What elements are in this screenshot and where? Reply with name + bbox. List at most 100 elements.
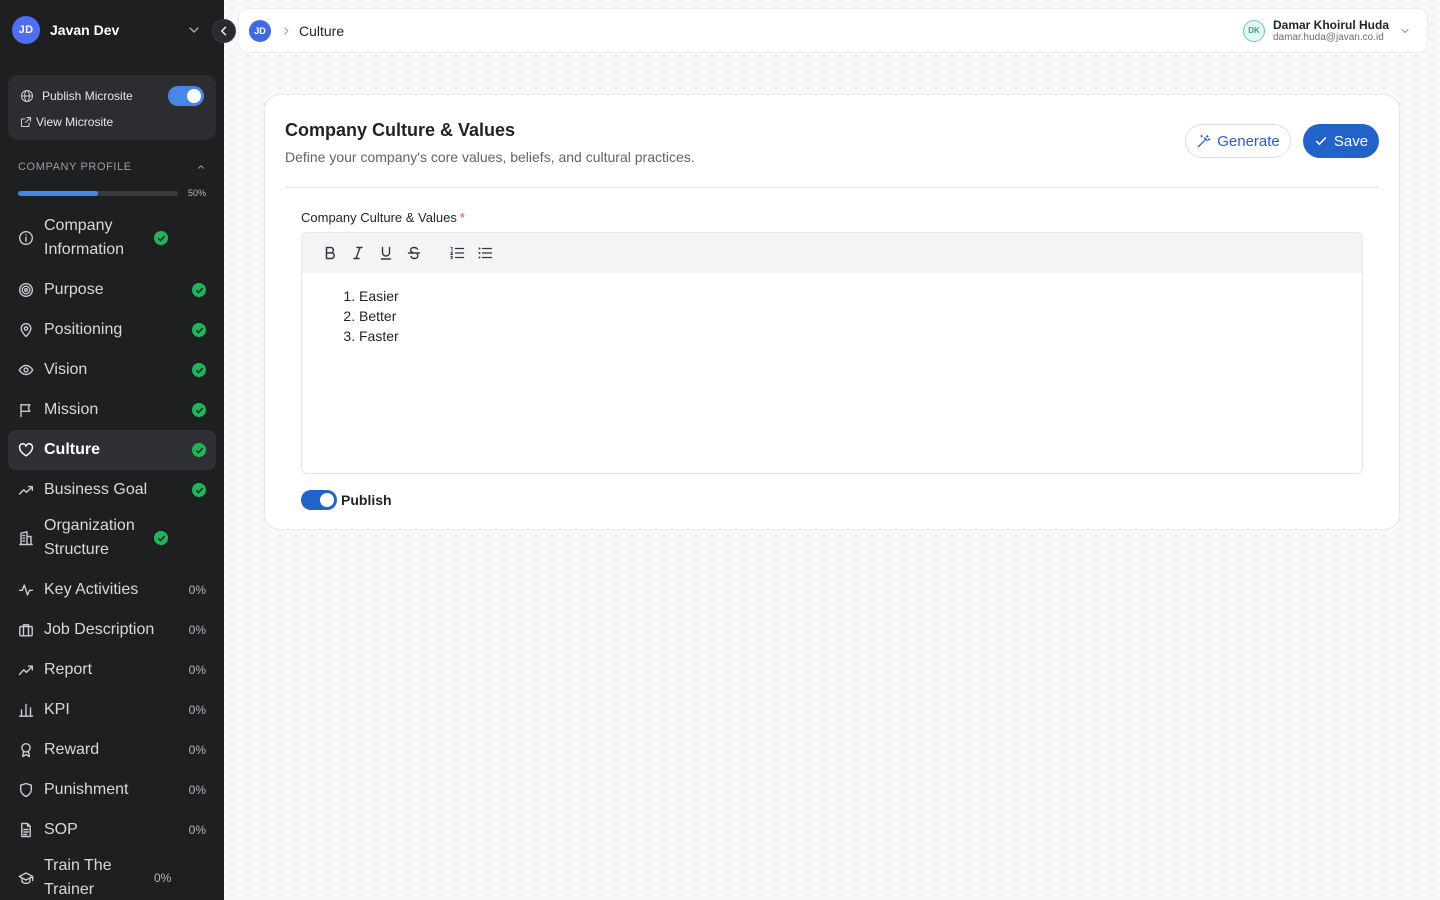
save-button[interactable]: Save [1303, 124, 1379, 158]
sidebar-item-culture[interactable]: Culture [8, 430, 216, 470]
completion-percent: 0% [188, 783, 206, 797]
award-icon [21, 743, 31, 758]
bold-icon [325, 246, 335, 260]
magic-wand-icon [1197, 134, 1211, 147]
progress-fill [18, 190, 98, 196]
sidebar-item-label: Train The Trainer [44, 857, 112, 898]
generate-button[interactable]: Generate [1185, 124, 1291, 158]
sidebar-item-label: Organization Structure [44, 517, 135, 558]
chevron-up-icon [198, 165, 204, 169]
shield-icon [20, 782, 32, 798]
ordered-list-icon [450, 247, 465, 260]
sidebar-item-vision[interactable]: Vision [8, 350, 216, 390]
view-microsite-link[interactable]: View Microsite [20, 111, 204, 133]
sidebar-item-mission[interactable]: Mission [8, 390, 216, 430]
chevron-right-icon [284, 26, 289, 35]
eye-icon [18, 364, 34, 376]
publish-microsite-label: Publish Microsite [42, 89, 133, 103]
chevron-down-icon [189, 27, 199, 33]
list-item: Faster [359, 326, 1362, 346]
culture-card: Company Culture & Values Define your com… [264, 94, 1400, 530]
save-label: Save [1333, 132, 1369, 150]
publish-toggle[interactable] [301, 490, 337, 510]
bullet-list-button[interactable] [473, 241, 497, 265]
chevron-left-icon [221, 26, 227, 36]
publish-control: Publish [301, 490, 392, 510]
generate-label: Generate [1217, 132, 1280, 150]
italic-button[interactable] [346, 241, 370, 265]
italic-icon [353, 246, 363, 260]
flag-icon [20, 403, 31, 418]
page-title: Company Culture & Values [285, 120, 516, 140]
sidebar-item-kpi[interactable]: KPI 0% [8, 690, 216, 730]
sidebar: JD Javan Dev Publish Microsite View Micr… [0, 0, 224, 900]
activity-icon [18, 584, 34, 596]
breadcrumb-current: Culture [299, 22, 345, 39]
file-text-icon [21, 822, 31, 838]
completion-percent: 0% [188, 663, 206, 677]
sidebar-item-label: Report [44, 661, 93, 678]
sidebar-item-business-goal[interactable]: Business Goal [8, 470, 216, 510]
topbar: JD Culture DK Damar Khoirul Huda damar.h… [238, 8, 1428, 53]
briefcase-icon [19, 624, 33, 637]
progress-track [18, 190, 178, 196]
user-avatar: DK [1242, 19, 1265, 42]
sidebar-item-report[interactable]: Report 0% [8, 650, 216, 690]
workspace-avatar: JD [12, 16, 40, 44]
check-circle-icon [154, 531, 168, 545]
rich-text-editor: EasierBetterFaster [301, 232, 1363, 474]
trending-up-icon [18, 485, 33, 495]
completion-percent: 0% [188, 623, 206, 637]
sidebar-item-punishment[interactable]: Punishment 0% [8, 770, 216, 810]
home-avatar[interactable]: JD [249, 19, 271, 42]
user-name: Damar Khoirul Huda [1272, 17, 1389, 32]
check-circle-icon [192, 403, 206, 417]
sidebar-item-positioning[interactable]: Positioning [8, 310, 216, 350]
check-icon [1315, 137, 1327, 146]
completion-percent: 0% [188, 583, 206, 597]
user-email: damar.huda@javan.co.id [1272, 31, 1384, 43]
view-microsite-label: View Microsite [36, 115, 114, 129]
sidebar-item-sop[interactable]: SOP 0% [8, 810, 216, 850]
heart-icon [18, 443, 34, 457]
workspace-name: Javan Dev [50, 22, 120, 38]
sidebar-item-label: Purpose [44, 281, 104, 298]
sidebar-item-label: SOP [44, 821, 78, 838]
sidebar-item-reward[interactable]: Reward 0% [8, 730, 216, 770]
company-profile-header[interactable]: COMPANY PROFILE [0, 159, 224, 175]
divider [285, 187, 1379, 188]
publish-microsite-toggle[interactable] [168, 86, 204, 106]
list-item: Easier [359, 286, 1362, 306]
sidebar-item-label: Punishment [44, 781, 129, 798]
editor-content[interactable]: EasierBetterFaster [302, 273, 1362, 346]
target-icon [18, 282, 34, 298]
sidebar-item-label: Business Goal [44, 481, 148, 498]
sidebar-item-key-activities[interactable]: Key Activities 0% [8, 570, 216, 610]
completion-percent: 0% [154, 871, 172, 885]
ordered-list-button[interactable] [445, 241, 469, 265]
completion-percent: 0% [188, 703, 206, 717]
sidebar-item-company-information[interactable]: Company Information [8, 210, 216, 266]
workspace-switcher[interactable]: JD Javan Dev [0, 0, 224, 60]
bold-button[interactable] [318, 241, 342, 265]
sidebar-item-job-description[interactable]: Job Description 0% [8, 610, 216, 650]
strikethrough-button[interactable] [402, 241, 426, 265]
graduation-cap-icon [18, 872, 34, 885]
globe-icon [20, 89, 34, 103]
info-icon [18, 230, 34, 246]
underline-button[interactable] [374, 241, 398, 265]
sidebar-item-train-the-trainer[interactable]: Train The Trainer 0% [8, 850, 216, 900]
publish-label: Publish [341, 492, 392, 508]
collapse-sidebar-button[interactable] [212, 19, 236, 43]
sidebar-item-organization-structure[interactable]: Organization Structure [8, 510, 216, 566]
map-pin-icon [20, 323, 32, 338]
sidebar-item-label: KPI [44, 701, 70, 718]
user-menu[interactable]: DK Damar Khoirul Huda damar.huda@javan.c… [1242, 17, 1417, 44]
sidebar-item-label: Reward [44, 741, 100, 758]
sidebar-item-purpose[interactable]: Purpose [8, 270, 216, 310]
building-icon [19, 531, 33, 546]
page-description: Define your company's core values, belie… [285, 149, 695, 165]
profile-nav: Company Information Purpose Positioning Vis… [0, 210, 224, 900]
sidebar-item-label: Culture [44, 441, 100, 458]
microsite-card: Publish Microsite View Microsite [8, 75, 216, 140]
